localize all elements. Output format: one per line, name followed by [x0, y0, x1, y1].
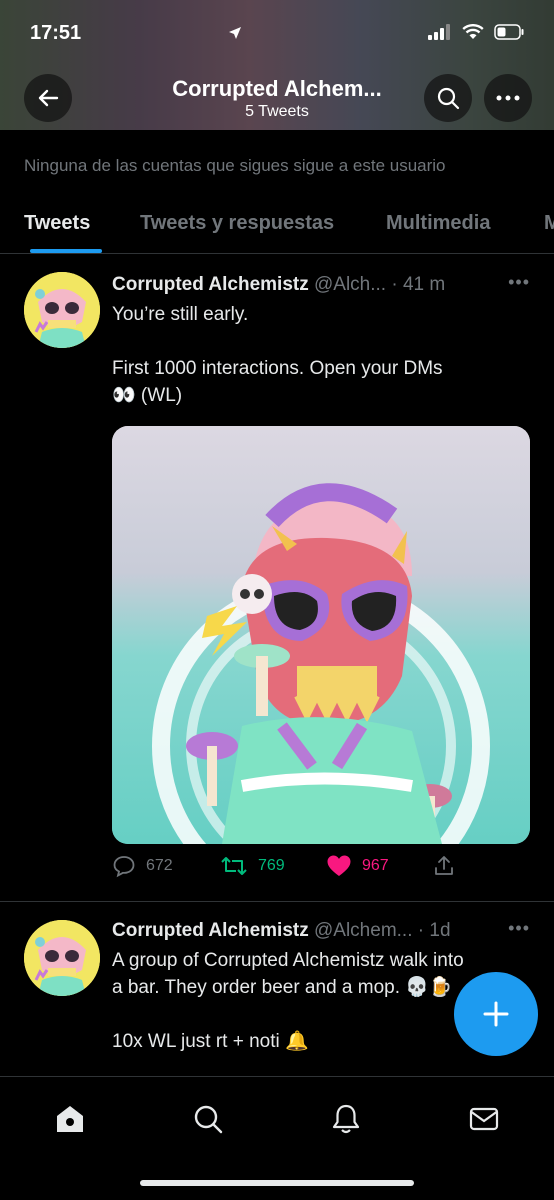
- tab-media[interactable]: Multimedia: [386, 212, 490, 235]
- profile-name-title: Corrupted Alchem...: [172, 76, 382, 101]
- tweet-header: Corrupted Alchemistz @Alch... · 41 m: [112, 274, 530, 296]
- avatar[interactable]: [24, 920, 100, 996]
- tweet-text: You’re still early. First 1000 interacti…: [112, 301, 522, 409]
- like-count: 967: [362, 857, 389, 874]
- reply-count: 672: [146, 857, 173, 874]
- share-button[interactable]: [432, 854, 456, 878]
- tweet-text-line: A group of Corrupted Alchemistz walk int…: [112, 950, 464, 971]
- plus-icon: [483, 1001, 509, 1027]
- home-icon: [57, 1106, 83, 1132]
- tweet-text-line: 👀 (WL): [112, 385, 183, 406]
- search-button[interactable]: [424, 74, 472, 122]
- tweet-time: · 1d: [417, 920, 451, 941]
- active-tab-indicator: [30, 249, 102, 253]
- home-indicator[interactable]: [140, 1180, 414, 1186]
- heart-icon: [327, 855, 351, 876]
- reply-icon: [113, 856, 135, 878]
- tweet-actions: 672 769 967: [112, 854, 530, 884]
- header-title-block: Corrupted Alchem... 5 Tweets: [110, 76, 444, 121]
- author-name[interactable]: Corrupted Alchemistz: [112, 274, 309, 295]
- retweet-icon: [221, 857, 247, 875]
- like-button[interactable]: 967: [326, 854, 389, 878]
- retweet-count: 769: [258, 857, 285, 874]
- followers-you-know-note: Ninguna de las cuentas que sigues sigue …: [24, 156, 446, 175]
- author-handle[interactable]: @Alchem...: [314, 920, 412, 941]
- skull-avatar-icon: [24, 920, 100, 996]
- nav-home[interactable]: [50, 1099, 90, 1139]
- battery-icon: [494, 24, 524, 40]
- tweet-count: 5 Tweets: [245, 103, 309, 120]
- status-bar: 17:51: [0, 0, 554, 64]
- tweet-more-icon[interactable]: •••: [508, 918, 530, 939]
- tweet-media-image[interactable]: [112, 426, 530, 844]
- nav-search[interactable]: [188, 1099, 228, 1139]
- tab-tweets[interactable]: Tweets: [24, 212, 90, 235]
- search-icon: [437, 87, 460, 110]
- header-nav: Corrupted Alchem... 5 Tweets: [0, 74, 554, 122]
- corrupted-skull-artwork: [112, 426, 530, 844]
- bell-icon: [332, 1104, 360, 1134]
- skull-avatar-icon: [24, 272, 100, 348]
- tab-likes[interactable]: M: [544, 212, 554, 235]
- profile-header: 17:51 Corrupted Alchem... 5 Tweets: [0, 0, 554, 130]
- tweet-text-line: You’re still early.: [112, 304, 249, 325]
- avatar[interactable]: [24, 272, 100, 348]
- tweet-time: · 41 m: [391, 274, 446, 295]
- search-icon: [194, 1105, 223, 1134]
- location-arrow-icon: [229, 27, 241, 39]
- author-name[interactable]: Corrupted Alchemistz: [112, 920, 309, 941]
- tweet-more-icon[interactable]: •••: [508, 272, 530, 293]
- status-icons: [229, 24, 524, 40]
- more-button[interactable]: [484, 74, 532, 122]
- nav-messages[interactable]: [464, 1099, 504, 1139]
- back-button[interactable]: [24, 74, 72, 122]
- share-icon: [435, 856, 453, 875]
- tab-tweets-replies[interactable]: Tweets y respuestas: [140, 212, 334, 235]
- mail-icon: [469, 1107, 499, 1131]
- signal-icon: [428, 24, 450, 40]
- wifi-icon: [462, 24, 484, 39]
- compose-tweet-button[interactable]: [454, 972, 538, 1056]
- nav-notifications[interactable]: [326, 1099, 366, 1139]
- arrow-left-icon: [38, 89, 59, 107]
- tweet[interactable]: Corrupted Alchemistz @Alch... · 41 m •••…: [0, 256, 554, 902]
- author-handle[interactable]: @Alch...: [314, 274, 386, 295]
- status-time: 17:51: [30, 22, 82, 44]
- retweet-button[interactable]: 769: [220, 854, 285, 878]
- tweet-text-line: First 1000 interactions. Open your DMs: [112, 358, 443, 379]
- profile-tabs: Tweets Tweets y respuestas Multimedia M: [0, 198, 554, 254]
- more-horizontal-icon: [496, 95, 520, 101]
- reply-button[interactable]: 672: [112, 854, 173, 878]
- tweet-header: Corrupted Alchemistz @Alchem... · 1d: [112, 920, 530, 942]
